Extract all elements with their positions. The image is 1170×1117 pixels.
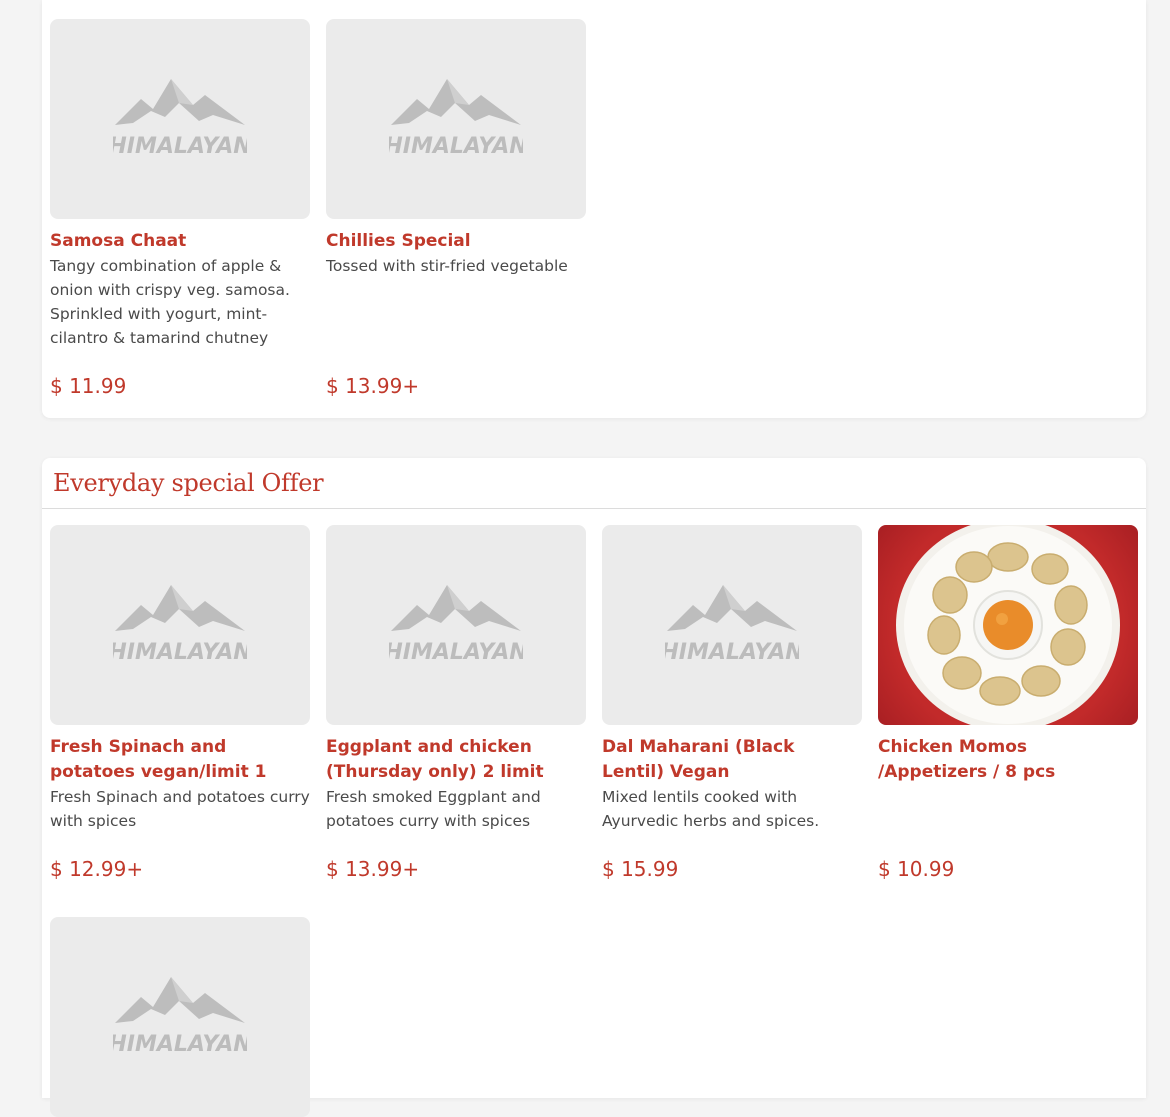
svg-text:HIMALAYAN: HIMALAYAN xyxy=(389,134,523,159)
item-price: $ 15.99 xyxy=(602,857,679,881)
item-price: $ 11.99 xyxy=(50,374,127,398)
momos-plate-icon xyxy=(896,525,1120,725)
item-image-placeholder: HIMALAYAN xyxy=(50,525,310,725)
item-name: Dal Maharani (Black Lentil) Vegan xyxy=(602,737,795,782)
section-title: Everyday special Offer xyxy=(53,469,324,497)
menu-item-card[interactable]: HIMALAYAN xyxy=(50,917,310,1117)
menu-section-previous: HIMALAYAN Samosa Chaat Tangy combination… xyxy=(42,0,1146,418)
item-description: Tossed with stir-fried vegetable xyxy=(326,257,568,275)
menu-item-card[interactable]: HIMALAYAN Samosa Chaat Tangy combination… xyxy=(50,19,310,398)
svg-text:HIMALAYAN: HIMALAYAN xyxy=(389,640,523,665)
item-image-placeholder: HIMALAYAN xyxy=(326,19,586,219)
item-description: Mixed lentils cooked with Ayurvedic herb… xyxy=(602,788,820,830)
himalayan-logo-icon: HIMALAYAN xyxy=(113,585,247,665)
item-description: Tangy combination of apple & onion with … xyxy=(50,257,290,347)
menu-item-card[interactable]: HIMALAYAN Fresh Spinach and potatoes veg… xyxy=(50,525,310,881)
item-price: $ 13.99+ xyxy=(326,857,420,881)
item-price: $ 12.99+ xyxy=(50,857,144,881)
svg-text:HIMALAYAN: HIMALAYAN xyxy=(113,640,247,665)
item-photo-momos xyxy=(878,525,1138,725)
item-name: Fresh Spinach and potatoes vegan/limit 1 xyxy=(50,737,267,782)
section-header: Everyday special Offer xyxy=(42,458,1146,509)
menu-item-card[interactable]: HIMALAYAN Eggplant and chicken (Thursday… xyxy=(326,525,586,881)
menu-item-card[interactable]: HIMALAYAN Dal Maharani (Black Lentil) Ve… xyxy=(602,525,862,881)
item-name: Chicken Momos /Appetizers / 8 pcs xyxy=(878,737,1056,782)
menu-item-card[interactable]: Chicken Momos /Appetizers / 8 pcs $ 10.9… xyxy=(878,525,1138,881)
item-image-placeholder: HIMALAYAN xyxy=(326,525,586,725)
item-image-placeholder: HIMALAYAN xyxy=(50,19,310,219)
svg-text:HIMALAYAN: HIMALAYAN xyxy=(113,1032,247,1057)
item-description: Fresh smoked Eggplant and potatoes curry… xyxy=(326,788,541,830)
item-price: $ 10.99 xyxy=(878,857,955,881)
menu-item-card[interactable]: HIMALAYAN Chillies Special Tossed with s… xyxy=(326,19,586,398)
item-image-placeholder: HIMALAYAN xyxy=(602,525,862,725)
item-name: Chillies Special xyxy=(326,231,471,251)
item-name: Samosa Chaat xyxy=(50,231,187,251)
himalayan-logo-icon: HIMALAYAN xyxy=(113,977,247,1057)
himalayan-logo-icon: HIMALAYAN xyxy=(113,79,247,159)
himalayan-logo-icon: HIMALAYAN xyxy=(389,585,523,665)
item-description: Fresh Spinach and potatoes curry with sp… xyxy=(50,788,310,830)
item-price: $ 13.99+ xyxy=(326,374,420,398)
svg-text:HIMALAYAN: HIMALAYAN xyxy=(665,640,799,665)
item-image-placeholder: HIMALAYAN xyxy=(50,917,310,1117)
himalayan-logo-icon: HIMALAYAN xyxy=(665,585,799,665)
item-name: Eggplant and chicken (Thursday only) 2 l… xyxy=(326,737,544,782)
himalayan-logo-icon: HIMALAYAN xyxy=(389,79,523,159)
svg-text:HIMALAYAN: HIMALAYAN xyxy=(113,134,247,159)
menu-section-everyday-special: Everyday special Offer HIMALAYAN Fresh S… xyxy=(42,458,1146,1117)
